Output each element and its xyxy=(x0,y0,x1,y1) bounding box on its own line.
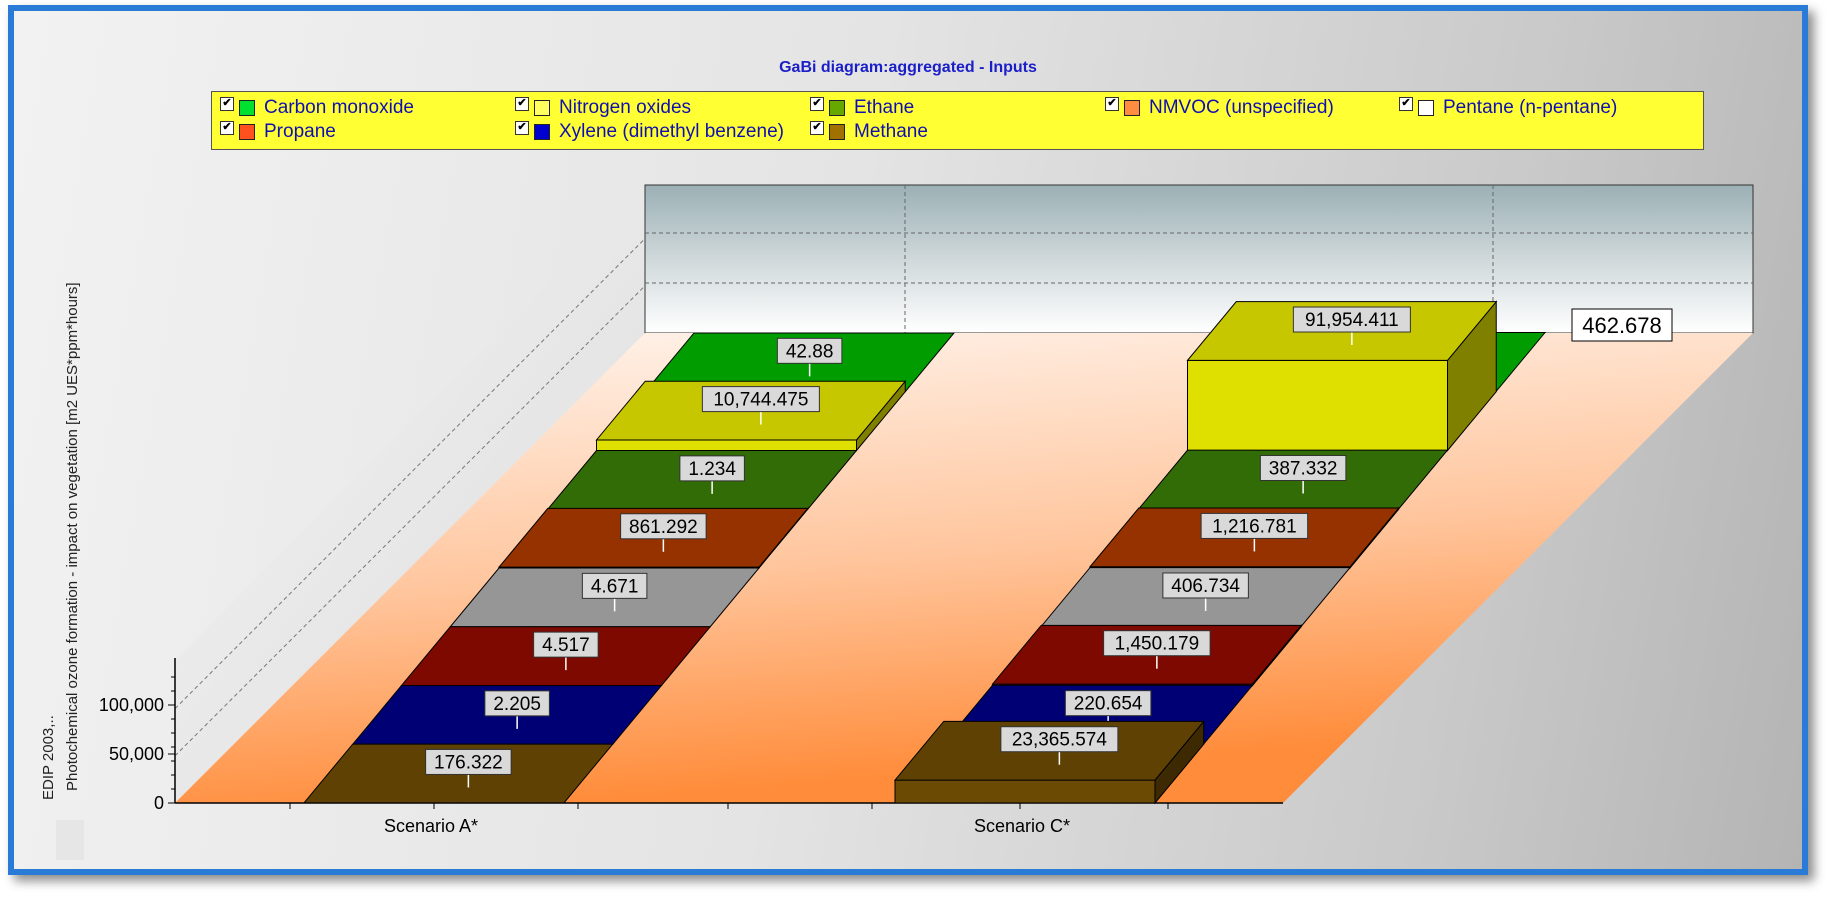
y-tick-label: 100,000 xyxy=(99,695,164,715)
bar-front xyxy=(596,439,857,452)
data-label: 42.88 xyxy=(786,341,834,362)
data-label: 861.292 xyxy=(629,517,698,538)
data-label: 2.205 xyxy=(493,694,541,715)
bar-front xyxy=(894,779,1156,804)
data-label: 23,365.574 xyxy=(1012,730,1108,751)
data-label: 1,216.781 xyxy=(1212,516,1297,537)
y-tick-label: 0 xyxy=(154,793,164,813)
data-label: 406.734 xyxy=(1171,576,1240,597)
bar-front xyxy=(1187,359,1448,451)
x-tick-label: Scenario A* xyxy=(384,816,478,836)
chart-plot: 0 50,000 100,000 Scenario A* Scenario C* 42.8… xyxy=(99,184,1754,836)
data-label: 387.332 xyxy=(1269,458,1338,479)
y-tick-label: 50,000 xyxy=(109,744,164,764)
x-tick-label: Scenario C* xyxy=(974,816,1070,836)
data-label: 91,954.411 xyxy=(1305,310,1399,331)
data-label: 10,744.475 xyxy=(713,390,808,411)
data-label: 4.671 xyxy=(591,576,639,597)
data-label: 176.322 xyxy=(434,752,503,773)
data-label: 220.654 xyxy=(1074,694,1143,715)
data-label: 1.234 xyxy=(688,459,736,480)
data-label: 4.517 xyxy=(542,635,590,656)
data-label: 462.678 xyxy=(1582,313,1662,338)
data-label: 1,450.179 xyxy=(1115,634,1200,655)
